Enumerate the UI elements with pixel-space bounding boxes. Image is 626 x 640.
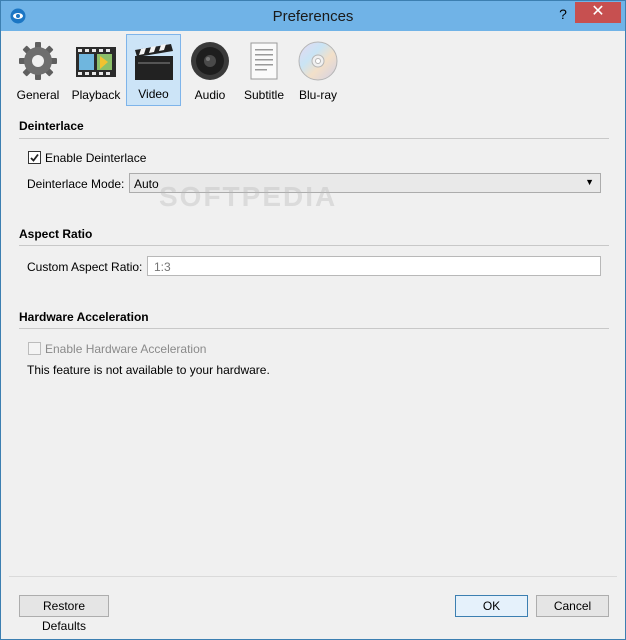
preferences-window: Preferences ? ✕ General Playback Video A… <box>0 0 626 640</box>
help-button[interactable]: ? <box>552 3 574 25</box>
gear-icon <box>19 42 57 80</box>
tab-subtitle[interactable]: Subtitle <box>237 34 291 106</box>
disc-icon <box>298 41 338 81</box>
checkmark-icon <box>30 153 39 162</box>
tab-general[interactable]: General <box>13 34 63 106</box>
restore-defaults-button[interactable]: Restore Defaults <box>19 595 109 633</box>
tab-audio[interactable]: Audio <box>185 34 235 106</box>
section-divider <box>19 328 609 329</box>
footer-divider <box>9 576 617 577</box>
section-divider <box>19 245 609 246</box>
tab-label: Playback <box>71 88 121 102</box>
hardware-acceleration-section-title: Hardware Acceleration <box>19 310 149 324</box>
deinterlace-section-title: Deinterlace <box>19 119 84 133</box>
tab-label: Audio <box>194 88 226 102</box>
clapperboard-icon <box>134 44 173 80</box>
deinterlace-mode-label: Deinterlace Mode: <box>27 177 125 191</box>
tab-label: Subtitle <box>243 88 285 102</box>
close-button[interactable]: ✕ <box>575 2 621 23</box>
window-title: Preferences <box>272 8 354 25</box>
title-bar[interactable]: Preferences ? ✕ <box>1 1 625 31</box>
client-area: General Playback Video Audio Subtitle Bl… <box>9 31 617 633</box>
tab-video[interactable]: Video <box>126 34 181 106</box>
category-toolbar: General Playback Video Audio Subtitle Bl… <box>9 31 617 109</box>
film-icon <box>76 47 116 77</box>
enable-hardware-acceleration-label: Enable Hardware Acceleration <box>45 342 207 356</box>
tab-bluray[interactable]: Blu-ray <box>293 34 343 106</box>
dropdown-arrow-icon: ▼ <box>585 177 594 187</box>
enable-hardware-acceleration-checkbox[interactable] <box>28 342 41 355</box>
section-divider <box>19 138 609 139</box>
watermark: SOFTPEDIA <box>159 181 338 212</box>
tab-label: Video <box>138 87 169 101</box>
aspect-ratio-section-title: Aspect Ratio <box>19 227 93 241</box>
hardware-unavailable-note: This feature is not available to your ha… <box>27 363 270 377</box>
document-icon <box>250 42 278 80</box>
speaker-icon <box>191 42 229 80</box>
enable-deinterlace-label[interactable]: Enable Deinterlace <box>45 151 146 165</box>
ok-button[interactable]: OK <box>455 595 528 617</box>
tab-playback[interactable]: Playback <box>67 34 125 106</box>
custom-aspect-ratio-label: Custom Aspect Ratio: <box>27 260 143 274</box>
tab-label: Blu-ray <box>298 88 337 102</box>
custom-aspect-ratio-field[interactable] <box>147 256 601 276</box>
cancel-button[interactable]: Cancel <box>536 595 609 617</box>
custom-aspect-ratio-input[interactable] <box>152 259 596 275</box>
enable-deinterlace-checkbox[interactable] <box>28 151 41 164</box>
deinterlace-mode-value: Auto <box>134 177 159 191</box>
tab-label: General <box>16 88 60 102</box>
